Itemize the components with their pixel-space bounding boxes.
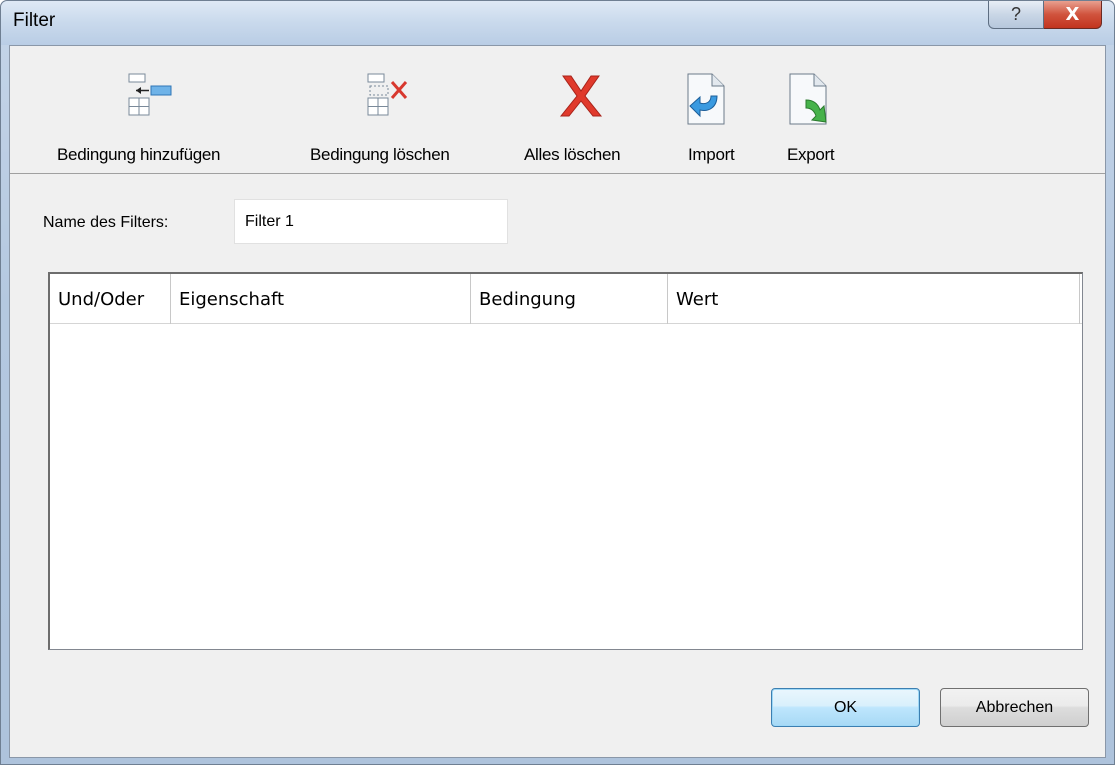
conditions-grid[interactable]: Und/Oder Eigenschaft Bedingung Wert xyxy=(48,272,1083,650)
window-title: Filter xyxy=(13,10,56,31)
add-condition-icon xyxy=(128,73,172,116)
column-header-value[interactable]: Wert xyxy=(668,274,1080,324)
title-bar: Filter ? X xyxy=(1,1,1114,45)
import-label: Import xyxy=(688,145,735,164)
caption-buttons: ? X xyxy=(988,1,1102,29)
column-header-condition[interactable]: Bedingung xyxy=(471,274,668,324)
import-button[interactable]: Import xyxy=(670,46,770,174)
column-header-and-or[interactable]: Und/Oder xyxy=(50,274,171,324)
export-document-icon xyxy=(789,73,827,125)
delete-condition-label: Bedingung löschen xyxy=(310,145,450,164)
delete-all-button[interactable]: Alles löschen xyxy=(505,46,660,174)
export-button[interactable]: Export xyxy=(770,46,870,174)
grid-header: Und/Oder Eigenschaft Bedingung Wert xyxy=(50,274,1082,324)
delete-condition-button[interactable]: Bedingung löschen xyxy=(280,46,505,174)
filter-dialog: Filter ? X Bedingung hinzufügen Bedingun… xyxy=(0,0,1115,765)
add-condition-button[interactable]: Bedingung hinzufügen xyxy=(10,46,280,174)
add-condition-label: Bedingung hinzufügen xyxy=(57,145,221,164)
toolbar: Bedingung hinzufügen Bedingung löschen A… xyxy=(10,46,1105,174)
dialog-client-area: Bedingung hinzufügen Bedingung löschen A… xyxy=(9,45,1106,758)
delete-all-label: Alles löschen xyxy=(524,145,621,164)
help-icon: ? xyxy=(1010,4,1021,24)
column-header-property[interactable]: Eigenschaft xyxy=(171,274,471,324)
import-document-icon xyxy=(687,73,725,125)
cancel-button[interactable]: Abbrechen xyxy=(940,688,1089,727)
delete-condition-icon xyxy=(367,73,408,116)
red-x-icon xyxy=(559,75,603,117)
filter-name-input[interactable] xyxy=(234,199,508,244)
close-button[interactable]: X xyxy=(1044,1,1102,29)
filter-name-label: Name des Filters: xyxy=(43,214,169,231)
help-button[interactable]: ? xyxy=(988,1,1044,29)
ok-button[interactable]: OK xyxy=(771,688,920,727)
export-label: Export xyxy=(787,145,835,164)
close-icon: X xyxy=(1065,4,1080,25)
